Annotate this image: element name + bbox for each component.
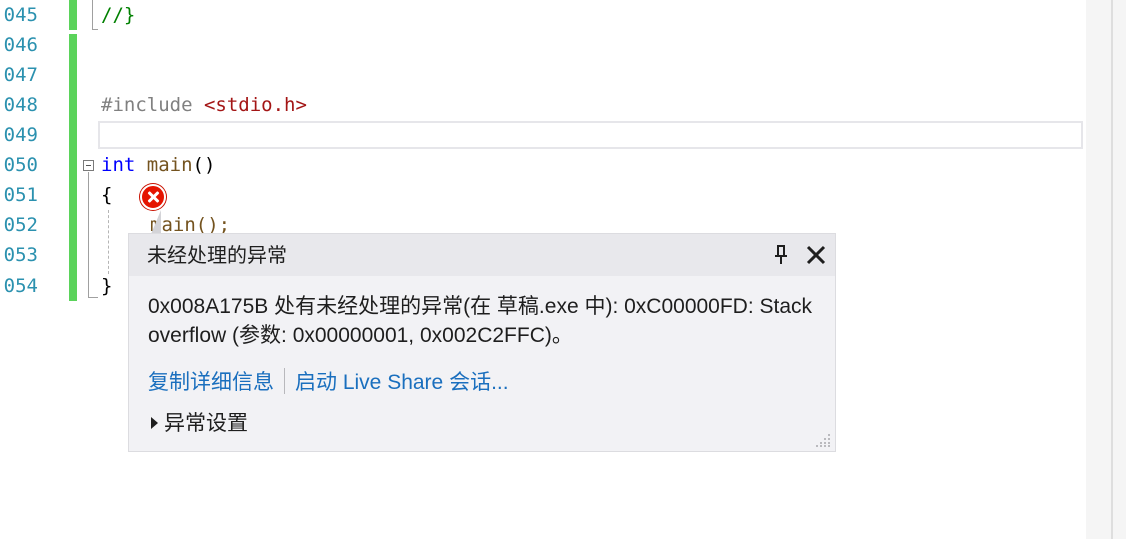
line-number: 051	[3, 184, 38, 206]
code-line-051[interactable]: {	[101, 180, 112, 210]
scrollbar-marker-line	[1111, 0, 1113, 539]
change-tracking-bar	[69, 34, 77, 301]
collapse-toggle[interactable]	[83, 160, 94, 171]
code-keyword: int	[101, 154, 136, 176]
indent-guide	[108, 210, 109, 274]
exception-popup-header: 未经处理的异常	[129, 234, 835, 276]
code-comment: //}	[101, 4, 136, 26]
code-line-045[interactable]: //}	[101, 0, 135, 30]
line-number: 048	[3, 94, 38, 116]
line-number: 053	[3, 244, 38, 266]
code-brace: }	[101, 275, 113, 297]
close-icon[interactable]	[805, 244, 827, 266]
link-separator	[284, 368, 285, 394]
expand-triangle-icon	[151, 417, 158, 429]
outline-guide	[92, 0, 93, 30]
exception-title: 未经处理的异常	[147, 245, 287, 267]
change-tracking-bar	[69, 0, 77, 30]
outline-guide	[88, 297, 98, 298]
exception-settings-expander[interactable]: 异常设置	[151, 409, 248, 438]
line-number: 047	[3, 64, 38, 86]
error-icon	[140, 184, 166, 210]
code-brace: {	[101, 184, 113, 206]
code-function-name: main	[146, 154, 193, 176]
line-number-gutter: 045 046 047 048 049 050 051 052 053 054	[0, 0, 60, 539]
code-line-050[interactable]: int main()	[101, 150, 215, 180]
current-line-highlight	[98, 121, 1083, 149]
pin-icon[interactable]	[773, 244, 789, 266]
exception-links: 复制详细信息 启动 Live Share 会话...	[148, 368, 509, 397]
line-number: 045	[3, 4, 38, 26]
line-number: 046	[3, 34, 38, 56]
outline-guide	[92, 29, 98, 30]
line-number: 049	[3, 124, 38, 146]
exception-helper-popup: 未经处理的异常 0x008A175B 处有未经处理的异常(在 草稿.exe 中)…	[128, 233, 836, 452]
exception-message: 0x008A175B 处有未经处理的异常(在 草稿.exe 中): 0xC000…	[148, 295, 813, 347]
popup-callout-pointer	[151, 210, 161, 234]
code-line-054[interactable]: }	[101, 271, 112, 301]
outline-guide	[88, 172, 89, 298]
line-number: 052	[3, 214, 38, 236]
code-line-048[interactable]: #include <stdio.h>	[101, 90, 307, 120]
line-number: 050	[3, 154, 38, 176]
line-number: 054	[3, 275, 38, 297]
code-parens: ()	[192, 154, 216, 176]
resize-grip-icon[interactable]	[815, 431, 831, 447]
exception-settings-label: 异常设置	[164, 412, 248, 435]
code-include-header: <stdio.h>	[203, 94, 307, 116]
copy-details-link[interactable]: 复制详细信息	[148, 371, 274, 394]
vertical-scrollbar[interactable]	[1086, 0, 1126, 539]
code-preprocessor: #include	[101, 94, 193, 116]
start-live-share-link[interactable]: 启动 Live Share 会话...	[295, 371, 509, 394]
